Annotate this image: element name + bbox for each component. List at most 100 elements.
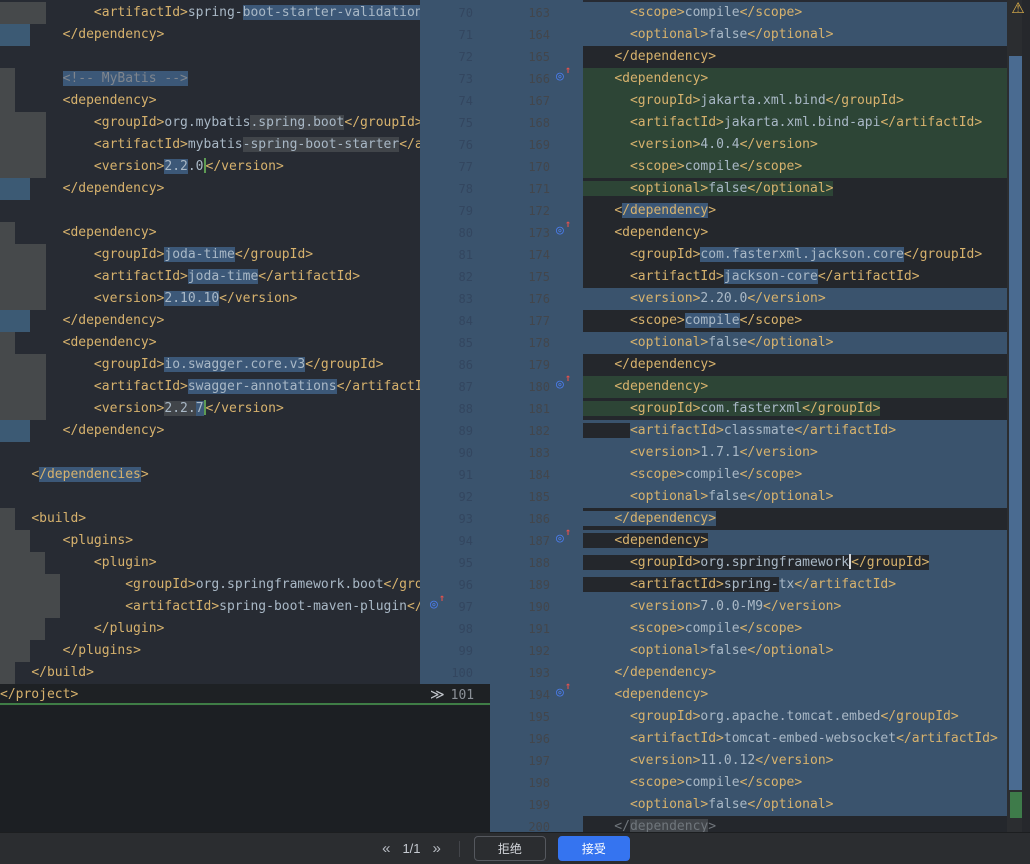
right-editor-pane: <scope>compile</scope> <optional>false</… <box>583 0 1030 832</box>
code-line[interactable]: <artifactId>spring-tx</artifactId> <box>583 574 1030 596</box>
code-line[interactable]: <groupId>jakarta.xml.bind</groupId> <box>583 90 1030 112</box>
code-line[interactable]: <scope>compile</scope> <box>583 618 1030 640</box>
code-line[interactable]: <artifactId>spring-boot-starter-validati… <box>0 2 420 24</box>
code-line[interactable]: <version>4.0.4</version> <box>583 134 1030 156</box>
line-number-left: 93 <box>422 508 473 530</box>
code-line[interactable] <box>0 200 420 222</box>
code-line[interactable]: <!-- MyBatis --> <box>0 68 420 90</box>
code-line[interactable]: </dependency> <box>0 24 420 46</box>
code-line[interactable]: <plugins> <box>0 530 420 552</box>
code-line[interactable]: <version>2.2.7</version> <box>0 398 420 420</box>
code-line[interactable]: <optional>false</optional> <box>583 332 1030 354</box>
code-line[interactable]: <groupId>org.springframework.boot</group… <box>0 574 420 596</box>
code-line[interactable]: <groupId>org.springframework</groupId> <box>583 552 1030 574</box>
code-line[interactable] <box>0 442 420 464</box>
code-line[interactable]: <groupId>io.swagger.core.v3</groupId> <box>0 354 420 376</box>
apply-change-icon[interactable]: ◎↑ <box>556 688 572 704</box>
code-line[interactable]: <version>1.7.1</version> <box>583 442 1030 464</box>
code-line[interactable]: <artifactId>spring-boot-maven-plugin</ar… <box>0 596 420 618</box>
code-line[interactable]: <artifactId>classmate</artifactId> <box>583 420 1030 442</box>
line-number-right: 177 <box>506 310 550 332</box>
code-line[interactable]: <groupId>org.apache.tomcat.embed</groupI… <box>583 706 1030 728</box>
code-line[interactable]: <dependency> <box>0 222 420 244</box>
apply-change-icon[interactable]: ◎↑ <box>556 534 572 550</box>
code-line[interactable]: </dependency> <box>0 178 420 200</box>
code-line[interactable]: <build> <box>0 508 420 530</box>
code-line[interactable]: <scope>compile</scope> <box>583 156 1030 178</box>
code-line[interactable]: <artifactId>mybatis-spring-boot-starter<… <box>0 134 420 156</box>
code-line[interactable]: <dependency> <box>583 68 1030 90</box>
code-line[interactable]: <version>2.2.0</version> <box>0 156 420 178</box>
apply-change-icon[interactable]: ◎↑ <box>430 600 446 616</box>
code-line[interactable]: <dependency> <box>583 684 1030 706</box>
code-line[interactable]: <scope>compile</scope> <box>583 464 1030 486</box>
code-line[interactable]: <version>2.20.0</version> <box>583 288 1030 310</box>
line-number-right: 165 <box>506 46 550 68</box>
code-line[interactable]: </dependency> <box>583 46 1030 68</box>
code-line[interactable]: <optional>false</optional> <box>583 640 1030 662</box>
code-line[interactable]: </dependency> <box>583 354 1030 376</box>
scrollbar-change-marker[interactable] <box>1010 792 1022 818</box>
code-line[interactable]: <groupId>org.mybatis.spring.boot</groupI… <box>0 112 420 134</box>
code-line[interactable]: <artifactId>joda-time</artifactId> <box>0 266 420 288</box>
accept-button[interactable]: 接受 <box>558 836 630 861</box>
code-line[interactable]: <dependency> <box>0 332 420 354</box>
code-line[interactable]: <optional>false</optional> <box>583 24 1030 46</box>
code-line[interactable]: </dependency> <box>583 662 1030 684</box>
code-line[interactable]: <artifactId>jackson-core</artifactId> <box>583 266 1030 288</box>
code-line[interactable]: <artifactId>tomcat-embed-websocket</arti… <box>583 728 1030 750</box>
code-line[interactable]: <dependency> <box>0 90 420 112</box>
line-number-right: 199 <box>506 794 550 816</box>
code-line[interactable]: </plugins> <box>0 640 420 662</box>
line-number-left: 99 <box>422 640 473 662</box>
warning-icon[interactable]: ⚠ <box>1008 0 1028 18</box>
apply-change-arrow: ↑ <box>565 681 571 692</box>
code-line[interactable]: <dependency> <box>583 376 1030 398</box>
line-number-left: 74 <box>422 90 473 112</box>
code-line[interactable]: </dependency> <box>0 420 420 442</box>
code-line[interactable]: <groupId>com.fasterxml</groupId> <box>583 398 1030 420</box>
code-line[interactable]: </dependency> <box>583 200 1030 222</box>
code-line[interactable]: <optional>false</optional> <box>583 178 1030 200</box>
line-number-right: 164 <box>506 24 550 46</box>
code-line[interactable]: <version>11.0.12</version> <box>583 750 1030 772</box>
line-number-right: 189 <box>506 574 550 596</box>
code-line[interactable] <box>0 46 420 68</box>
code-line[interactable]: <scope>compile</scope> <box>583 2 1030 24</box>
line-number-right: 185 <box>506 486 550 508</box>
code-line[interactable]: <artifactId>jakarta.xml.bind-api</artifa… <box>583 112 1030 134</box>
line-number-right: 180 <box>506 376 550 398</box>
code-line[interactable]: </dependencies> <box>0 464 420 486</box>
code-line[interactable] <box>0 486 420 508</box>
code-line[interactable]: </build> <box>0 662 420 684</box>
code-line[interactable]: <version>7.0.0-M9</version> <box>583 596 1030 618</box>
code-line[interactable]: </dependency> <box>0 310 420 332</box>
line-number-left: 76 <box>422 134 473 156</box>
next-change-button[interactable]: » <box>425 838 449 860</box>
code-line[interactable]: <optional>false</optional> <box>583 794 1030 816</box>
line-number-right: 197 <box>506 750 550 772</box>
apply-change-icon[interactable]: ◎↑ <box>556 72 572 88</box>
code-line[interactable]: <optional>false</optional> <box>583 486 1030 508</box>
scrollbar-thumb[interactable] <box>1009 56 1022 790</box>
code-line[interactable]: <dependency> <box>583 222 1030 244</box>
code-line[interactable]: </dependency> <box>583 816 1030 832</box>
change-counter: 1/1 <box>398 841 424 856</box>
line-number-right: 169 <box>506 134 550 156</box>
apply-change-icon[interactable]: ◎↑ <box>556 226 572 242</box>
previous-change-button[interactable]: « <box>374 838 398 860</box>
code-line[interactable]: <version>2.10.10</version> <box>0 288 420 310</box>
code-line[interactable]: <scope>compile</scope> <box>583 310 1030 332</box>
code-line[interactable]: <groupId>joda-time</groupId> <box>0 244 420 266</box>
reject-button[interactable]: 拒绝 <box>474 836 546 861</box>
code-line[interactable]: <dependency> <box>583 530 1030 552</box>
apply-change-icon[interactable]: ◎↑ <box>556 380 572 396</box>
code-line[interactable]: </plugin> <box>0 618 420 640</box>
line-number-left: 90 <box>422 442 473 464</box>
code-line[interactable]: <groupId>com.fasterxml.jackson.core</gro… <box>583 244 1030 266</box>
code-line[interactable]: </dependency> <box>583 508 1030 530</box>
code-line[interactable]: <plugin> <box>0 552 420 574</box>
line-number-left: 83 <box>422 288 473 310</box>
code-line[interactable]: <artifactId>swagger-annotations</artifac… <box>0 376 420 398</box>
code-line[interactable]: <scope>compile</scope> <box>583 772 1030 794</box>
